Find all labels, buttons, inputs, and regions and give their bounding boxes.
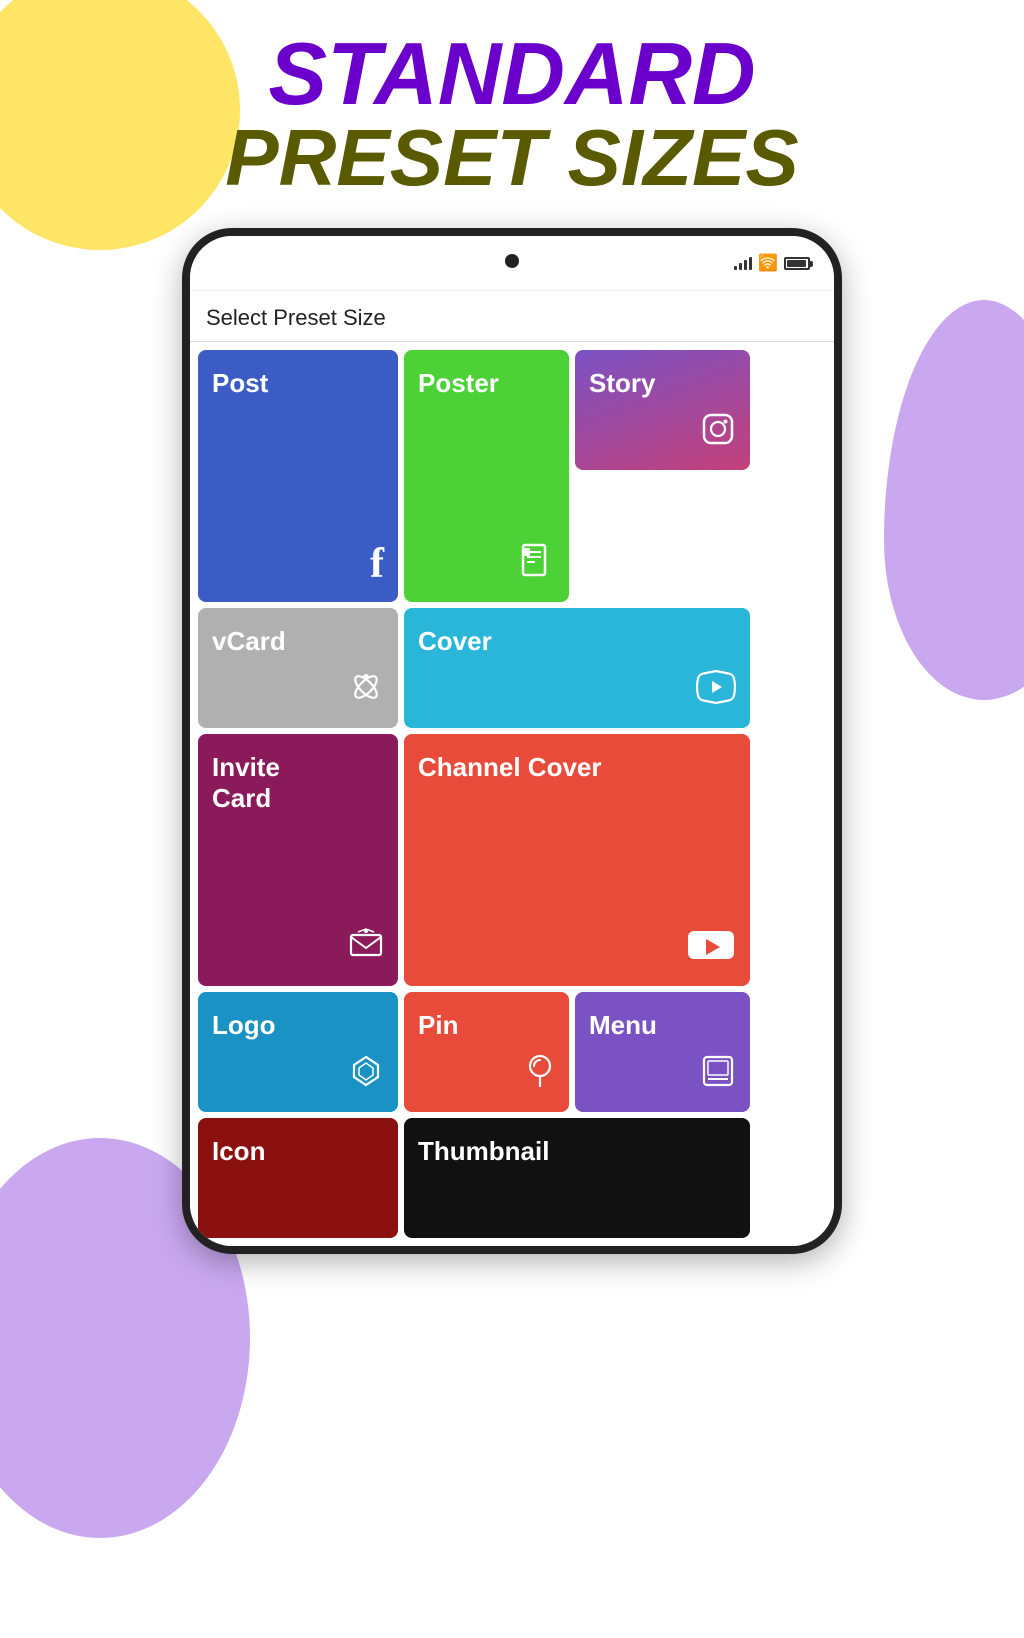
logo-icon	[348, 1053, 384, 1098]
icon-label: Icon	[212, 1136, 384, 1167]
story-icon	[700, 411, 736, 456]
post-icon: f	[370, 540, 384, 588]
signal-icon	[734, 256, 752, 270]
cover-label: Cover	[418, 626, 736, 657]
preset-pin[interactable]: Pin	[404, 992, 569, 1112]
phone-container: 🛜 Select Preset Size Post f Poster	[182, 228, 842, 1254]
preset-thumbnail[interactable]: Thumbnail	[404, 1118, 750, 1238]
wifi-icon: 🛜	[758, 253, 778, 273]
bg-purple-blob-right	[884, 300, 1024, 700]
screen-title: Select Preset Size	[190, 291, 834, 342]
header-line1: STANDARD	[0, 30, 1024, 118]
preset-vcard[interactable]: vCard	[198, 608, 398, 728]
battery-icon	[784, 257, 810, 270]
phone-mockup: 🛜 Select Preset Size Post f Poster	[182, 228, 842, 1254]
cover-icon	[696, 669, 736, 714]
preset-cover[interactable]: Cover	[404, 608, 750, 728]
header: STANDARD PRESET SIZES	[0, 0, 1024, 228]
menu-label: Menu	[589, 1010, 736, 1041]
camera-notch	[505, 254, 519, 268]
thumbnail-label: Thumbnail	[418, 1136, 736, 1167]
preset-logo[interactable]: Logo	[198, 992, 398, 1112]
preset-menu[interactable]: Menu	[575, 992, 750, 1112]
vcard-label: vCard	[212, 626, 384, 657]
presets-grid: Post f Poster Story	[190, 342, 834, 1246]
pin-icon	[525, 1053, 555, 1098]
preset-channel[interactable]: Channel Cover	[404, 734, 750, 986]
invite-label: InviteCard	[212, 752, 384, 814]
menu-icon	[700, 1053, 736, 1098]
invite-icon	[348, 927, 384, 972]
pin-label: Pin	[418, 1010, 555, 1041]
story-label: Story	[589, 368, 736, 399]
post-label: Post	[212, 368, 384, 399]
status-bar: 🛜	[190, 236, 834, 291]
preset-post[interactable]: Post f	[198, 350, 398, 602]
status-icons: 🛜	[734, 253, 810, 273]
logo-label: Logo	[212, 1010, 384, 1041]
preset-story[interactable]: Story	[575, 350, 750, 470]
preset-poster[interactable]: Poster	[404, 350, 569, 602]
preset-icon[interactable]: Icon	[198, 1118, 398, 1238]
preset-invite[interactable]: InviteCard	[198, 734, 398, 986]
header-line2: PRESET SIZES	[0, 118, 1024, 198]
channel-icon	[686, 927, 736, 972]
channel-label: Channel Cover	[418, 752, 736, 783]
poster-icon	[519, 543, 555, 588]
poster-label: Poster	[418, 368, 555, 399]
vcard-icon	[348, 669, 384, 714]
